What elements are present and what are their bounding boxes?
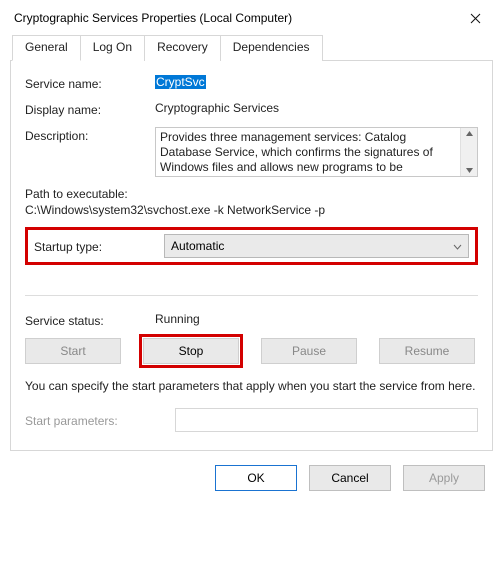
service-control-buttons: Start Stop Pause Resume xyxy=(25,338,478,364)
startup-type-value: Automatic xyxy=(171,239,224,253)
display-name-value: Cryptographic Services xyxy=(155,101,478,115)
start-params-group: Start parameters: xyxy=(25,408,478,432)
service-status-value: Running xyxy=(155,312,478,326)
pause-button: Pause xyxy=(261,338,357,364)
window-title: Cryptographic Services Properties (Local… xyxy=(14,11,459,25)
start-params-label: Start parameters: xyxy=(25,412,175,428)
description-scrollbar[interactable] xyxy=(460,128,477,176)
apply-button: Apply xyxy=(403,465,485,491)
description-box: Provides three management services: Cata… xyxy=(155,127,478,177)
resume-button: Resume xyxy=(379,338,475,364)
tab-recovery[interactable]: Recovery xyxy=(144,35,221,61)
tab-dependencies[interactable]: Dependencies xyxy=(220,35,323,61)
ok-button[interactable]: OK xyxy=(215,465,297,491)
scroll-down-icon[interactable] xyxy=(465,167,474,174)
tab-logon[interactable]: Log On xyxy=(80,35,145,61)
scroll-up-icon[interactable] xyxy=(465,130,474,137)
description-text: Provides three management services: Cata… xyxy=(160,130,433,174)
tab-pane-general: Service name: CryptSvc Display name: Cry… xyxy=(10,61,493,451)
path-value: C:\Windows\system32\svchost.exe -k Netwo… xyxy=(25,203,478,217)
tabstrip: General Log On Recovery Dependencies xyxy=(10,34,493,61)
dialog-buttonbar: OK Cancel Apply xyxy=(0,451,503,505)
startup-type-row: Startup type: Automatic xyxy=(25,227,478,265)
start-params-note: You can specify the start parameters tha… xyxy=(25,378,478,394)
description-label: Description: xyxy=(25,127,155,143)
startup-type-label: Startup type: xyxy=(34,238,164,254)
path-label: Path to executable: xyxy=(25,187,478,201)
tab-area: General Log On Recovery Dependencies xyxy=(0,34,503,61)
close-icon[interactable] xyxy=(459,8,491,28)
service-name-label: Service name: xyxy=(25,75,155,91)
start-button: Start xyxy=(25,338,121,364)
cancel-button[interactable]: Cancel xyxy=(309,465,391,491)
service-name-value: CryptSvc xyxy=(155,75,478,89)
display-name-label: Display name: xyxy=(25,101,155,117)
startup-type-select[interactable]: Automatic xyxy=(164,234,469,258)
stop-button[interactable]: Stop xyxy=(143,338,239,364)
separator xyxy=(25,295,478,296)
titlebar: Cryptographic Services Properties (Local… xyxy=(0,0,503,34)
start-params-input xyxy=(175,408,478,432)
service-status-label: Service status: xyxy=(25,312,155,328)
tab-general[interactable]: General xyxy=(12,35,81,61)
chevron-down-icon xyxy=(453,239,462,253)
